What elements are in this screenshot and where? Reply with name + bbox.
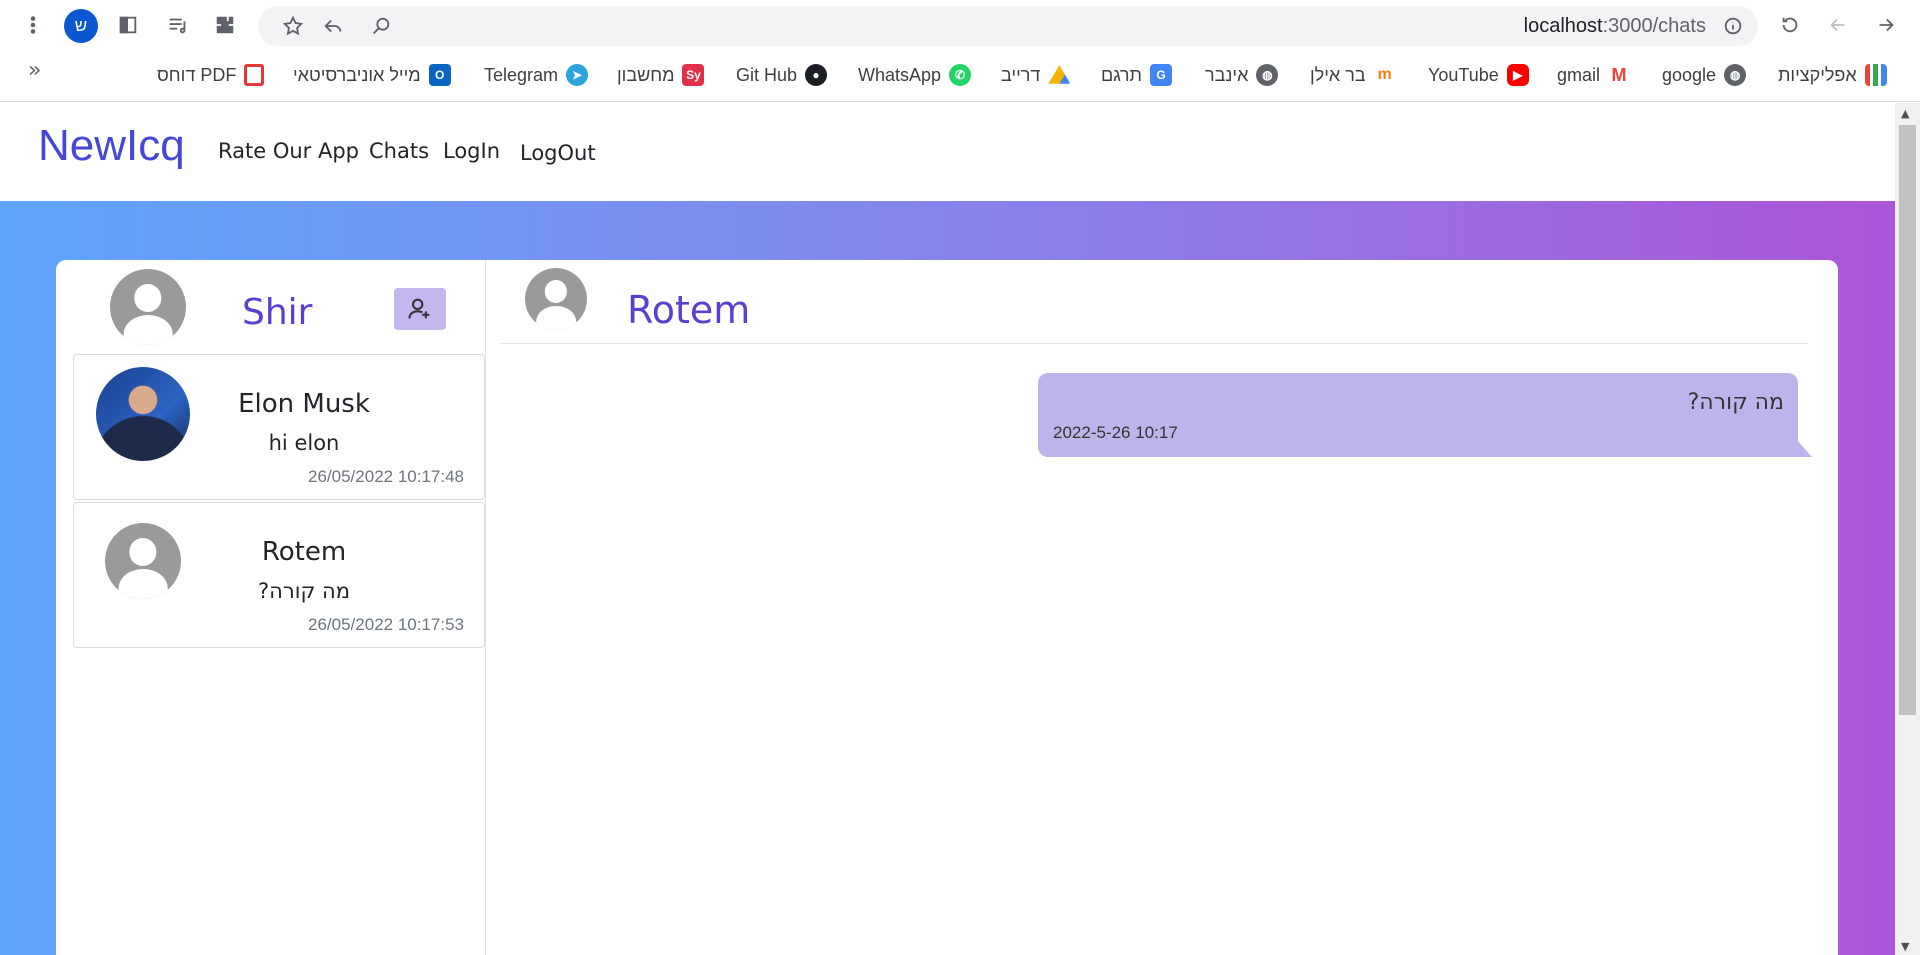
chat-header-divider bbox=[501, 343, 1807, 344]
bookmark-label: אפליקציות bbox=[1778, 64, 1857, 85]
gmail-icon: M bbox=[1608, 64, 1631, 86]
bookmark-label: תרגם bbox=[1101, 64, 1142, 85]
chat-peer-name: Rotem bbox=[627, 288, 751, 332]
bookmark-label: gmail bbox=[1557, 64, 1601, 85]
message-timestamp: 2022-5-26 10:17 bbox=[1053, 423, 1178, 442]
contact-last-message: hi elon bbox=[268, 431, 340, 455]
contact-photo bbox=[96, 367, 190, 461]
scroll-down-arrow-icon[interactable]: ▼ bbox=[1901, 940, 1909, 953]
scroll-thumb[interactable] bbox=[1899, 125, 1916, 715]
url-path: :3000/chats bbox=[1602, 15, 1706, 37]
bookmark-youtube[interactable]: YouTube ▶ bbox=[1428, 62, 1529, 88]
bookmark-google[interactable]: google ◍ bbox=[1662, 62, 1747, 88]
site-info-icon[interactable] bbox=[1718, 11, 1748, 41]
apps-grid-icon bbox=[1864, 64, 1887, 86]
bookmark-university-mail[interactable]: מייל אוניברסיטאי O bbox=[293, 62, 451, 88]
contact-item[interactable]: Elon Musk hi elon 26/05/2022 10:17:48 bbox=[73, 354, 485, 500]
nav-rate-our-app[interactable]: Rate Our App bbox=[218, 139, 359, 163]
whatsapp-icon: ✆ bbox=[949, 64, 972, 86]
add-user-icon bbox=[408, 298, 430, 319]
github-icon: ● bbox=[805, 64, 828, 86]
bookmark-label: YouTube bbox=[1428, 64, 1499, 85]
add-contact-button[interactable] bbox=[394, 288, 446, 330]
chat-card: Shir Elon Musk hi elon 26/05/2022 10:17:… bbox=[56, 260, 1838, 955]
browser-toolbar: ש localhost:3000/chats bbox=[0, 0, 1920, 50]
bookmark-pdf[interactable]: דוחס PDF bbox=[157, 62, 265, 88]
bookmark-bar-ilan[interactable]: בר אילן m bbox=[1310, 62, 1396, 88]
user-avatar-icon bbox=[110, 269, 186, 345]
bookmark-star-icon[interactable] bbox=[278, 11, 308, 41]
bookmark-label: מייל אוניברסיטאי bbox=[293, 64, 421, 85]
zoom-icon[interactable] bbox=[366, 11, 396, 41]
kebab-menu-icon[interactable] bbox=[18, 10, 48, 40]
contact-name: Rotem bbox=[261, 537, 347, 567]
forward-arrow-icon[interactable] bbox=[1871, 10, 1901, 40]
profile-avatar[interactable]: ש bbox=[64, 9, 98, 43]
bookmark-label: WhatsApp bbox=[858, 64, 942, 85]
youtube-icon: ▶ bbox=[1506, 64, 1529, 86]
pdf-icon bbox=[244, 64, 265, 86]
more-bookmarks-chevron-icon[interactable]: » bbox=[28, 58, 41, 83]
contact-item[interactable]: Rotem מה קורה? 26/05/2022 10:17:53 bbox=[73, 502, 485, 648]
bookmarks-bar: » דוחס PDF מייל אוניברסיטאי O Telegram ➤… bbox=[0, 50, 1920, 102]
brand-logo[interactable]: NewIcq bbox=[38, 121, 185, 171]
bookmark-translate[interactable]: תרגם G bbox=[1101, 62, 1172, 88]
bookmark-telegram[interactable]: Telegram ➤ bbox=[484, 62, 589, 88]
user-avatar-icon bbox=[105, 523, 181, 599]
bookmark-whatsapp[interactable]: WhatsApp ✆ bbox=[858, 62, 972, 88]
page-background: Shir Elon Musk hi elon 26/05/2022 10:17:… bbox=[0, 201, 1895, 955]
bookmark-gmail[interactable]: gmail M bbox=[1557, 62, 1631, 88]
message-bubble: מה קורה? 2022-5-26 10:17 bbox=[1038, 373, 1798, 457]
current-user-name: Shir bbox=[242, 292, 313, 333]
moodle-icon: m bbox=[1373, 64, 1396, 86]
contact-timestamp: 26/05/2022 10:17:48 bbox=[308, 467, 464, 486]
bookmark-label: אינבר bbox=[1205, 64, 1249, 85]
bookmark-label: דרייב bbox=[1001, 64, 1041, 85]
url-text[interactable]: localhost:3000/chats bbox=[1524, 15, 1706, 38]
bookmark-github[interactable]: Git Hub ● bbox=[736, 62, 828, 88]
peer-avatar-icon bbox=[525, 268, 587, 330]
nav-chats[interactable]: Chats bbox=[369, 139, 429, 163]
contact-timestamp: 26/05/2022 10:17:53 bbox=[308, 615, 464, 634]
drive-icon bbox=[1048, 65, 1071, 84]
site-navbar: NewIcq Rate Our App Chats LogIn LogOut bbox=[0, 103, 1895, 201]
globe-icon: ◍ bbox=[1256, 64, 1279, 86]
page-viewport: NewIcq Rate Our App Chats LogIn LogOut S… bbox=[0, 103, 1895, 955]
bookmark-inbar[interactable]: אינבר ◍ bbox=[1205, 62, 1279, 88]
nav-login[interactable]: LogIn bbox=[443, 139, 500, 163]
reload-icon[interactable] bbox=[1775, 10, 1805, 40]
page-scrollbar[interactable]: ▲ ▼ bbox=[1895, 103, 1920, 955]
translate-icon: G bbox=[1149, 64, 1172, 86]
globe-icon: ◍ bbox=[1724, 64, 1747, 86]
message-bubble-tail bbox=[1796, 439, 1812, 457]
bookmark-drive[interactable]: דרייב bbox=[1001, 62, 1071, 88]
bookmark-calculator[interactable]: מחשבון Sy bbox=[617, 62, 705, 88]
url-host: localhost bbox=[1523, 15, 1603, 37]
message-text: מה קורה? bbox=[1687, 390, 1784, 415]
contact-name: Elon Musk bbox=[238, 389, 370, 419]
share-icon[interactable] bbox=[318, 11, 348, 41]
bookmark-label: בר אילן bbox=[1310, 64, 1366, 85]
bookmark-label: מחשבון bbox=[617, 64, 675, 85]
bookmark-label: google bbox=[1662, 64, 1717, 85]
extensions-icon[interactable] bbox=[210, 10, 240, 40]
scroll-up-arrow-icon[interactable]: ▲ bbox=[1901, 107, 1909, 120]
contact-last-message: מה קורה? bbox=[258, 579, 350, 603]
address-bar[interactable]: localhost:3000/chats bbox=[258, 6, 1758, 46]
telegram-icon: ➤ bbox=[566, 64, 589, 86]
back-arrow-icon[interactable] bbox=[1823, 10, 1853, 40]
reading-list-icon[interactable] bbox=[163, 10, 193, 40]
bookmark-apps[interactable]: אפליקציות bbox=[1778, 62, 1887, 88]
side-panel-icon[interactable] bbox=[113, 10, 143, 40]
contacts-panel: Shir Elon Musk hi elon 26/05/2022 10:17:… bbox=[56, 260, 486, 955]
bookmark-label: דוחס PDF bbox=[157, 64, 237, 85]
bookmark-label: Git Hub bbox=[736, 64, 798, 85]
nav-logout[interactable]: LogOut bbox=[520, 141, 596, 165]
calculator-icon: Sy bbox=[682, 64, 705, 86]
outlook-icon: O bbox=[428, 64, 451, 86]
bookmark-label: Telegram bbox=[484, 64, 559, 85]
